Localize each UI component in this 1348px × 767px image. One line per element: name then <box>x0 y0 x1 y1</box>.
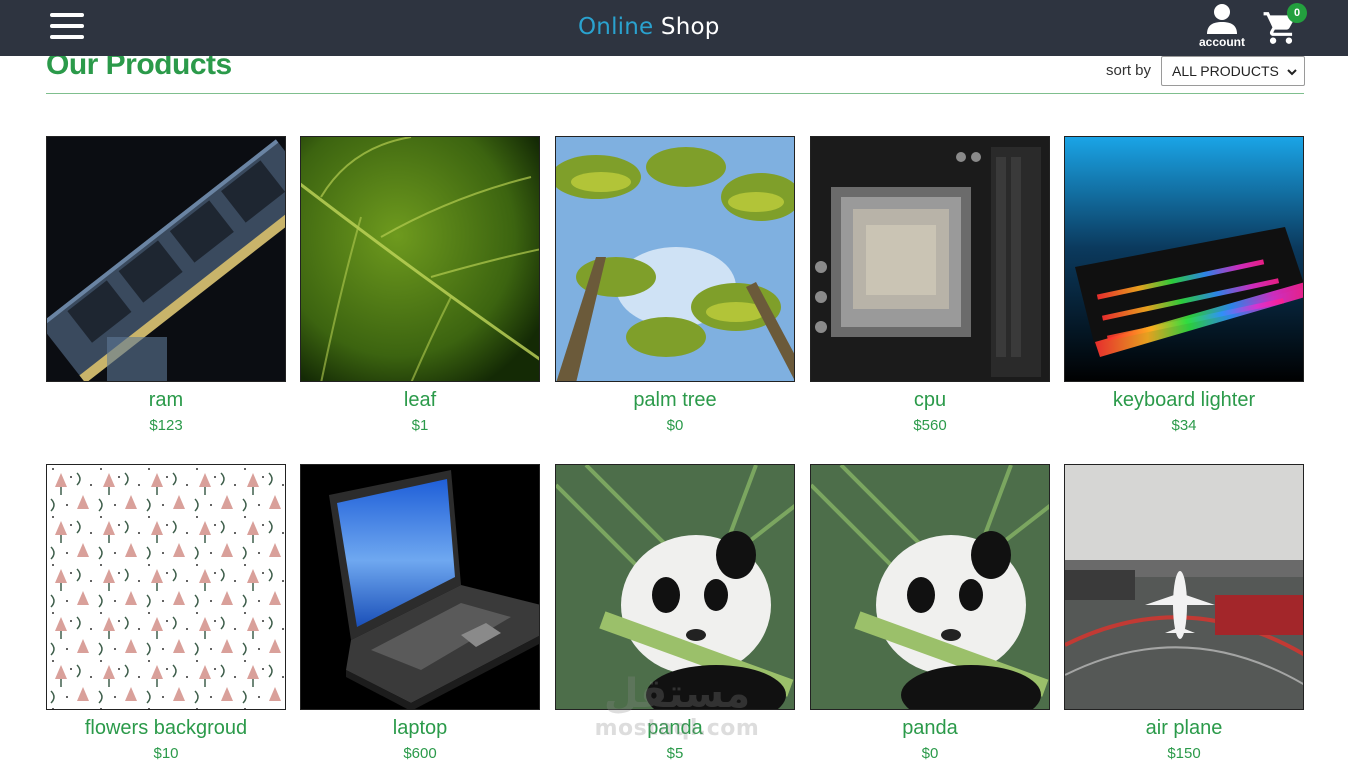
product-name[interactable]: ram <box>46 389 286 412</box>
product-card[interactable]: ram $123 <box>46 136 286 434</box>
product-card[interactable]: leaf $1 <box>300 136 540 434</box>
sort-selected-value: ALL PRODUCTS <box>1172 63 1279 79</box>
product-image-flowers[interactable] <box>46 464 286 710</box>
product-name[interactable]: laptop <box>300 717 540 740</box>
product-image-leaf[interactable] <box>300 136 540 382</box>
product-image-panda[interactable] <box>810 464 1050 710</box>
product-price: $560 <box>913 417 947 434</box>
product-price: $123 <box>149 417 183 434</box>
product-card[interactable]: laptop $600 <box>300 464 540 762</box>
product-image-cpu[interactable] <box>810 136 1050 382</box>
product-name[interactable]: cpu <box>810 389 1050 412</box>
product-name[interactable]: panda <box>810 717 1050 740</box>
product-price: $5 <box>666 745 684 762</box>
product-image-laptop[interactable] <box>300 464 540 710</box>
product-price: $0 <box>921 745 939 762</box>
product-card[interactable]: air plane $150 <box>1064 464 1304 762</box>
product-image-ram[interactable] <box>46 136 286 382</box>
hamburger-menu-icon[interactable] <box>50 13 84 39</box>
cart-count-badge: 0 <box>1287 3 1307 23</box>
product-price: $600 <box>403 745 437 762</box>
product-image-keyboard[interactable] <box>1064 136 1304 382</box>
product-name[interactable]: keyboard lighter <box>1064 389 1304 412</box>
product-name[interactable]: leaf <box>300 389 540 412</box>
chevron-down-icon <box>1287 69 1297 76</box>
product-price: $1 <box>411 417 429 434</box>
product-card[interactable]: cpu $560 <box>810 136 1050 434</box>
account-icon <box>1207 4 1237 34</box>
brand-online-text: Online <box>578 14 654 40</box>
brand-shop-text: Shop <box>660 14 720 40</box>
product-image-air-plane[interactable] <box>1064 464 1304 710</box>
product-image-palm-tree[interactable] <box>555 136 795 382</box>
header-divider <box>46 93 1304 94</box>
product-price: $0 <box>666 417 684 434</box>
product-price: $150 <box>1167 745 1201 762</box>
brand-logo[interactable]: Online Shop <box>578 14 720 40</box>
product-name[interactable]: air plane <box>1064 717 1304 740</box>
product-name[interactable]: panda <box>555 717 795 740</box>
product-image-panda[interactable] <box>555 464 795 710</box>
product-price: $10 <box>153 745 179 762</box>
product-name[interactable]: palm tree <box>555 389 795 412</box>
top-navbar: Online Shop account 0 <box>0 0 1348 56</box>
product-card[interactable]: panda $0 <box>810 464 1050 762</box>
account-label: account <box>1198 35 1245 49</box>
product-name[interactable]: flowers backgroud <box>46 717 286 740</box>
product-card[interactable]: palm tree $0 <box>555 136 795 434</box>
product-card[interactable]: flowers backgroud $10 <box>46 464 286 762</box>
sort-select[interactable]: ALL PRODUCTS <box>1161 56 1305 86</box>
account-button[interactable]: account <box>1196 3 1248 55</box>
product-card[interactable]: keyboard lighter $34 <box>1064 136 1304 434</box>
product-card[interactable]: panda $5 <box>555 464 795 762</box>
sort-label: sort by <box>1106 62 1152 79</box>
product-price: $34 <box>1171 417 1197 434</box>
